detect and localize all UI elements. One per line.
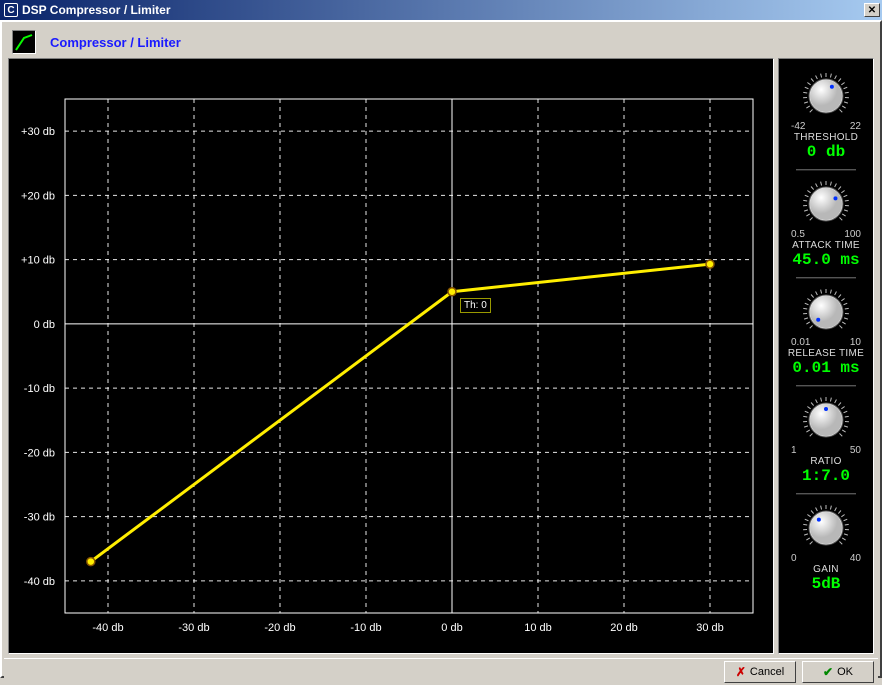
knob-value-gain: 5dB <box>812 575 841 593</box>
knob-max-attack: 100 <box>844 229 861 240</box>
knob-max-threshold: 22 <box>850 121 861 132</box>
svg-text:0 db: 0 db <box>34 319 55 331</box>
button-bar: ✗ Cancel ✔ OK <box>4 658 878 685</box>
knob-min-attack: 0.5 <box>791 229 805 240</box>
knob-min-threshold: -42 <box>791 121 805 132</box>
knob-max-gain: 40 <box>850 553 861 564</box>
svg-text:-10 db: -10 db <box>24 383 55 395</box>
svg-text:-20 db: -20 db <box>264 622 295 634</box>
knob-label-threshold: THRESHOLD <box>794 132 858 143</box>
svg-text:20 db: 20 db <box>610 622 638 634</box>
knob-max-release: 10 <box>850 337 861 348</box>
transfer-curve-graph[interactable]: -40 db -30 db -20 db -10 db 0 db 10 db 20 db 30… <box>8 58 774 654</box>
svg-text:-40 db: -40 db <box>24 576 55 588</box>
close-button[interactable]: ✕ <box>864 3 880 17</box>
knob-label-gain: GAIN <box>813 564 839 575</box>
svg-text:-40 db: -40 db <box>92 622 123 634</box>
svg-text:-30 db: -30 db <box>24 512 55 524</box>
header: Compressor / Limiter <box>4 24 878 58</box>
ok-label: OK <box>837 666 853 678</box>
cancel-icon: ✗ <box>736 665 746 679</box>
knob-dial-attack[interactable] <box>799 177 853 231</box>
svg-text:-10 db: -10 db <box>350 622 381 634</box>
svg-text:-30 db: -30 db <box>178 622 209 634</box>
graph-svg: -40 db -30 db -20 db -10 db 0 db 10 db 20 db 30… <box>9 59 773 653</box>
knob-ratio: 1 50 RATIO 1:7.0 <box>781 389 871 487</box>
svg-text:+30 db: +30 db <box>21 126 55 138</box>
ok-button[interactable]: ✔ OK <box>802 661 874 683</box>
knob-release: 0.01 10 RELEASE TIME 0.01 ms <box>781 281 871 379</box>
svg-text:30 db: 30 db <box>696 622 724 634</box>
knob-max-ratio: 50 <box>850 445 861 456</box>
knob-label-ratio: RATIO <box>810 456 841 467</box>
app-icon: C <box>4 3 18 17</box>
knob-value-threshold: 0 db <box>807 143 845 161</box>
page-title: Compressor / Limiter <box>50 35 181 50</box>
knob-value-release: 0.01 ms <box>792 359 859 377</box>
knob-dial-release[interactable] <box>799 285 853 339</box>
knob-min-release: 0.01 <box>791 337 810 348</box>
knob-dial-threshold[interactable] <box>799 69 853 123</box>
window-title: DSP Compressor / Limiter <box>22 3 171 17</box>
close-icon: ✕ <box>868 5 876 16</box>
svg-text:+20 db: +20 db <box>21 190 55 202</box>
knob-gain: 0 40 GAIN 5dB <box>781 497 871 595</box>
knob-threshold: -42 22 THRESHOLD 0 db <box>781 65 871 163</box>
knob-dial-gain[interactable] <box>799 501 853 555</box>
svg-text:-20 db: -20 db <box>24 447 55 459</box>
knob-label-release: RELEASE TIME <box>788 348 864 359</box>
knob-min-ratio: 1 <box>791 445 797 456</box>
cancel-button[interactable]: ✗ Cancel <box>724 661 796 683</box>
compressor-icon <box>12 30 36 54</box>
knob-label-attack: ATTACK TIME <box>792 240 860 251</box>
ok-icon: ✔ <box>823 665 833 679</box>
knob-value-attack: 45.0 ms <box>792 251 859 269</box>
knob-attack: 0.5 100 ATTACK TIME 45.0 ms <box>781 173 871 271</box>
svg-text:0 db: 0 db <box>441 622 462 634</box>
knob-min-gain: 0 <box>791 553 797 564</box>
cancel-label: Cancel <box>750 666 784 678</box>
titlebar[interactable]: C DSP Compressor / Limiter ✕ <box>0 0 882 20</box>
svg-text:+10 db: +10 db <box>21 255 55 267</box>
knob-value-ratio: 1:7.0 <box>802 467 850 485</box>
knob-dial-ratio[interactable] <box>799 393 853 447</box>
knob-panel: -42 22 THRESHOLD 0 db 0.5 100 <box>778 58 874 654</box>
svg-text:10 db: 10 db <box>524 622 552 634</box>
